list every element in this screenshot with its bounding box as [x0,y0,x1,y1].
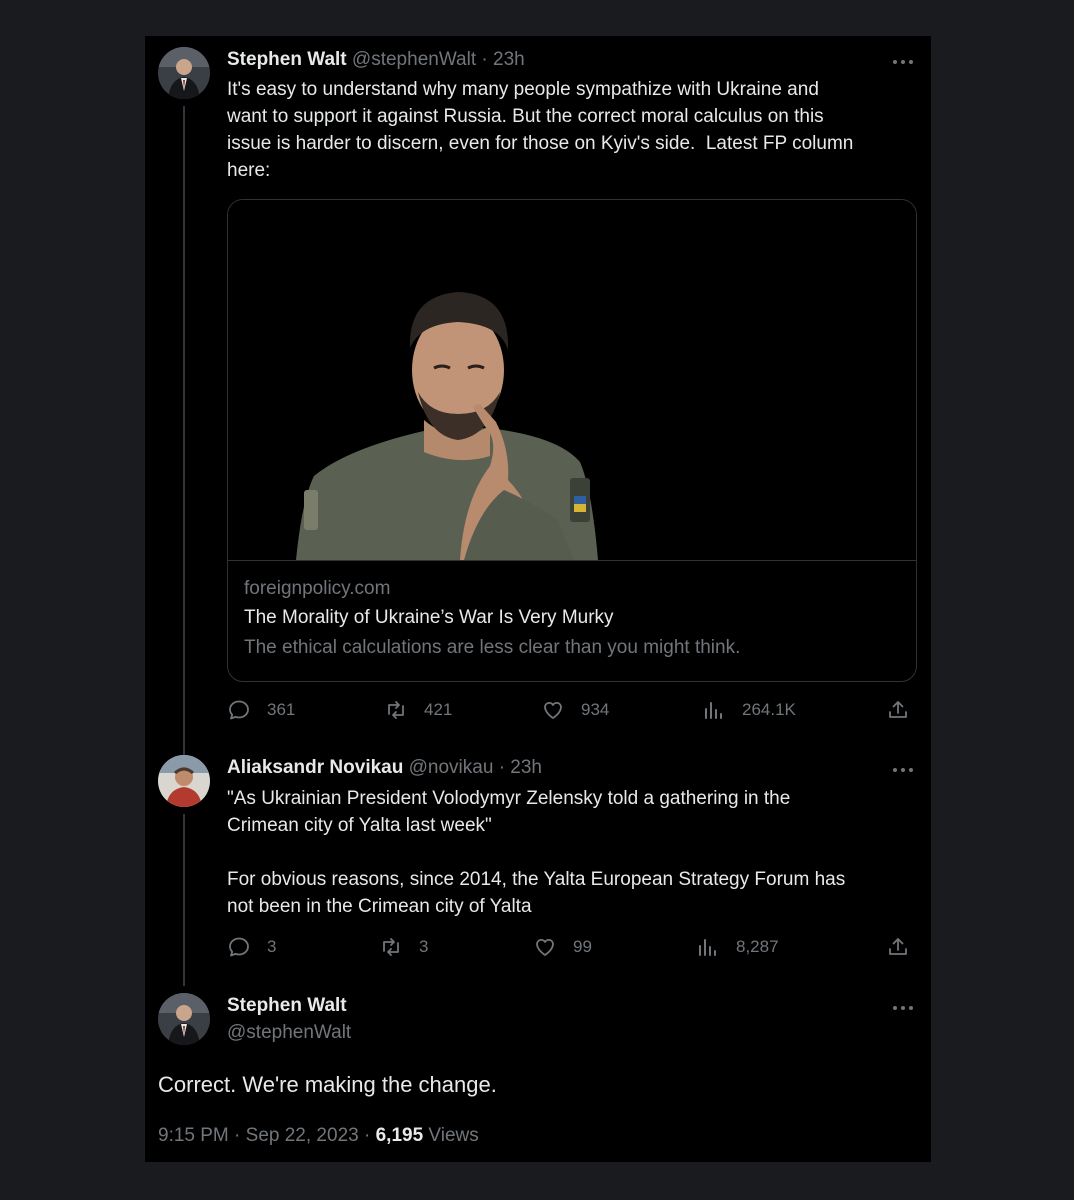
repost-icon [383,938,399,956]
reply-button[interactable]: 3 [227,934,276,960]
author-handle[interactable]: @novikau [409,757,494,778]
views-button[interactable]: 264.1K [702,697,796,723]
reply-icon [229,700,249,720]
like-count: 934 [581,700,610,719]
timestamp[interactable]: 23h [510,757,542,778]
tweet[interactable]: Aliaksandr Novikau @novikau · 23h "As Uk… [145,738,931,984]
timestamp[interactable]: 23h [493,49,525,70]
separator: · [498,757,506,778]
like-icon [536,938,554,956]
repost-icon [388,701,404,719]
reply-count: 3 [267,937,277,956]
post-date[interactable]: Sep 22, 2023 [246,1125,359,1146]
like-icon [544,701,562,719]
more-icon[interactable] [891,762,915,782]
repost-button[interactable]: 421 [384,697,452,723]
reply-button[interactable]: 361 [227,697,295,723]
card-divider [228,560,916,561]
card-image [228,200,916,560]
tweet-meta: 9:15 PM · Sep 22, 2023 · 6,195 Views [158,1125,479,1147]
repost-button[interactable]: 3 [379,934,428,960]
author-handle[interactable]: @stephenWalt [352,49,476,70]
separator: · [234,1125,241,1146]
share-icon [889,938,907,955]
like-count: 99 [573,937,592,956]
views-count: 8,287 [736,937,779,956]
avatar[interactable] [158,993,210,1045]
author-name-text[interactable]: Stephen Walt [227,995,347,1016]
more-icon[interactable] [891,54,915,74]
card-description: The ethical calculations are less clear … [244,637,741,658]
avatar[interactable] [158,47,210,99]
views-count: 264.1K [742,700,796,719]
author-name[interactable]: Stephen Walt [227,49,347,70]
more-icon[interactable] [891,1000,915,1020]
tweet[interactable]: Stephen Walt @stephenWalt · 23h It's eas… [145,36,931,738]
link-card[interactable]: foreignpolicy.com The Morality of Ukrain… [227,199,917,682]
card-title: The Morality of Ukraine’s War Is Very Mu… [244,607,614,628]
author-name[interactable]: Stephen Walt [227,994,347,1018]
like-button[interactable]: 99 [533,934,592,960]
tweet-text: "As Ukrainian President Volodymyr Zelens… [227,788,846,917]
views-label: Views [428,1125,479,1146]
main-tweet: Stephen Walt @stephenWalt Correct. We're… [145,984,931,1162]
tweet-header: Stephen Walt @stephenWalt · 23h [227,48,525,72]
tweet-actions: 3 3 99 8,287 [227,934,917,960]
reply-count: 361 [267,700,296,719]
post-time[interactable]: 9:15 PM [158,1125,229,1146]
thread-panel: Stephen Walt @stephenWalt · 23h It's eas… [145,36,931,1162]
reply-icon [229,937,249,957]
views-count: 6,195 [375,1125,424,1146]
card-domain: foreignpolicy.com [244,578,391,599]
share-icon [889,701,907,718]
repost-count: 421 [424,700,453,719]
author-handle[interactable]: @stephenWalt [227,1021,351,1045]
tweet-text: Correct. We're making the change. [158,1072,497,1097]
separator: · [363,1125,371,1146]
separator: · [481,49,488,70]
author-name[interactable]: Aliaksandr Novikau [227,757,403,778]
tweet-text: It's easy to understand why many people … [227,79,854,181]
views-icon [699,939,716,956]
tweet-header: Aliaksandr Novikau @novikau · 23h [227,756,542,780]
share-button[interactable] [886,934,926,960]
views-icon [705,702,722,719]
views-button[interactable]: 8,287 [696,934,779,960]
like-button[interactable]: 934 [541,697,609,723]
avatar[interactable] [158,755,210,807]
repost-count: 3 [419,937,429,956]
tweet-actions: 361 421 934 264.1K [227,697,917,723]
share-button[interactable] [886,697,926,723]
